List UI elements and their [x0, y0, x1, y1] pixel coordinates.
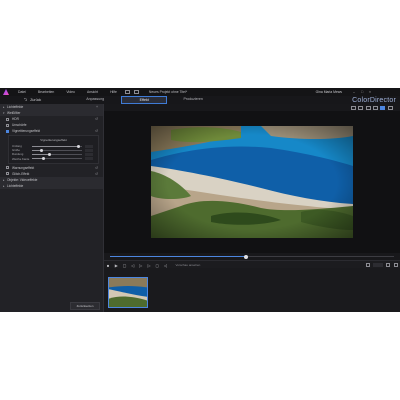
stop-icon[interactable]: ■	[106, 263, 111, 268]
previous-frame-icon[interactable]: ◁	[130, 263, 135, 268]
maximize-icon[interactable]: □	[360, 90, 364, 94]
glitch-checkbox[interactable]	[6, 172, 9, 176]
slider-track[interactable]	[32, 157, 82, 161]
compare-icon[interactable]	[350, 105, 356, 110]
project-title: Neues Projekt ohne Titel*	[148, 90, 188, 94]
reset-icon[interactable]: ↺	[95, 117, 98, 121]
fast-forward-icon[interactable]: ▷	[147, 263, 152, 268]
timecode	[364, 263, 400, 267]
slider-value-box[interactable]	[85, 148, 93, 152]
zoom-icon[interactable]	[365, 105, 371, 110]
slider-fill	[32, 154, 49, 155]
user-name[interactable]: Gina Maria Mews	[316, 90, 342, 94]
section-light-effects-2[interactable]: ▸ Lichteffekte	[0, 182, 103, 189]
close-icon[interactable]: ×	[368, 90, 372, 94]
slider-track[interactable]	[32, 152, 82, 156]
blur-checkbox[interactable]	[6, 123, 9, 127]
vignette-title: Vignettierungseffekt	[40, 138, 67, 142]
slider-value-box[interactable]	[85, 152, 93, 156]
seek-knob[interactable]	[244, 254, 249, 259]
slider-fill	[32, 145, 78, 147]
slider-track[interactable]	[32, 144, 82, 148]
preview-label[interactable]: Vorschau ansehen	[176, 263, 201, 267]
effect-vignette[interactable]: Vignettierungseffekt ↺	[0, 128, 103, 134]
seek-progress	[110, 256, 247, 258]
section-label: Lichteffekte	[7, 183, 24, 188]
fit-view-icon[interactable]	[380, 105, 386, 110]
tab-produce[interactable]: Produzieren	[171, 96, 215, 102]
viewer-toolbar	[104, 104, 400, 111]
slider-knob[interactable]	[41, 157, 45, 161]
slider-track[interactable]	[32, 148, 82, 152]
effect-label: Glitch-Effekt	[12, 171, 30, 176]
effect-label: HDR	[12, 117, 19, 121]
effect-label: Unschärfe	[12, 123, 27, 127]
slider-value-box[interactable]	[85, 157, 93, 161]
settings-icon[interactable]	[394, 263, 398, 267]
hdr-checkbox[interactable]	[6, 117, 9, 121]
section-label: Objekte: Videoeffekte	[7, 177, 38, 182]
reset-all-button[interactable]: Zurücksetzen	[70, 302, 100, 310]
preview-image	[151, 126, 353, 238]
menu-help[interactable]: Hilfe	[110, 90, 117, 94]
brand-logo: ColorDirector	[352, 97, 396, 104]
clip-thumbnail[interactable]	[108, 277, 148, 308]
vignette-settings: Vignettierungseffekt Umfang Größe Rundun…	[8, 135, 99, 164]
undo-icon[interactable]	[133, 90, 139, 94]
menu-view[interactable]: Ansicht	[87, 90, 98, 94]
reset-icon[interactable]: ↺	[95, 172, 98, 176]
video-viewer[interactable]	[104, 111, 400, 253]
warning-checkbox[interactable]	[6, 166, 9, 170]
menu-file[interactable]: Datei	[18, 90, 26, 94]
section-label: Weißfilter	[7, 111, 21, 115]
split-view-icon[interactable]	[358, 105, 364, 110]
reset-icon[interactable]: ↺	[95, 129, 98, 133]
save-icon[interactable]	[124, 90, 130, 94]
slider-knob[interactable]	[39, 148, 43, 152]
preview-area: ■ ▶ ▢ ◁ ▷ ▷ ◻ ◁ Vorschau ansehen	[104, 104, 400, 312]
vignette-checkbox[interactable]	[6, 129, 9, 133]
speed-icon[interactable]	[366, 263, 370, 267]
fullscreen-icon[interactable]	[387, 105, 393, 110]
loop-icon[interactable]: ◁	[163, 263, 168, 268]
app-logo-icon	[3, 89, 9, 95]
tab-effect[interactable]: Effekt	[121, 96, 168, 104]
menu-bar: Datei Bearbeiten Video Ansicht Hilfe Neu…	[0, 88, 400, 96]
effect-label: Warnungseffekt	[12, 165, 35, 170]
delete-icon[interactable]	[373, 105, 379, 110]
timecode-box[interactable]	[373, 263, 383, 267]
minimize-icon[interactable]: –	[352, 90, 356, 94]
add-icon[interactable]: +	[96, 105, 98, 109]
seek-bar[interactable]	[110, 254, 394, 259]
effects-panel: ▸ Lichteffekte + ▾ Weißfilter HDR ↺ Unsc…	[0, 104, 104, 312]
back-label: Zurück	[30, 98, 42, 102]
app-window: Datei Bearbeiten Video Ansicht Hilfe Neu…	[0, 88, 400, 312]
menu-edit[interactable]: Bearbeiten	[38, 90, 54, 94]
menu-video[interactable]: Video	[66, 90, 75, 94]
slider-feather[interactable]: Weiche Kante	[12, 157, 95, 161]
slider-value-box[interactable]	[85, 144, 93, 148]
section-label: Lichteffekte	[7, 105, 24, 109]
pause-icon[interactable]: ▢	[122, 263, 127, 268]
slider-label: Weiche Kante	[12, 156, 30, 161]
reset-icon[interactable]: ↺	[95, 166, 98, 170]
module-tabs: Anpassung Effekt Produzieren	[71, 96, 217, 104]
next-frame-icon[interactable]: ▷	[138, 263, 143, 268]
effect-label: Vignettierungseffekt	[12, 129, 41, 133]
tab-adjustment[interactable]: Anpassung	[73, 96, 117, 102]
slider-knob[interactable]	[47, 152, 51, 156]
play-icon[interactable]: ▶	[114, 263, 119, 268]
volume-icon[interactable]	[386, 263, 390, 267]
snapshot-icon[interactable]: ◻	[155, 263, 160, 268]
back-arrow-icon: ⮌	[24, 96, 28, 102]
back-button[interactable]: ⮌ Zurück	[24, 97, 41, 104]
slider-knob[interactable]	[76, 144, 80, 148]
clip-strip	[104, 268, 400, 312]
